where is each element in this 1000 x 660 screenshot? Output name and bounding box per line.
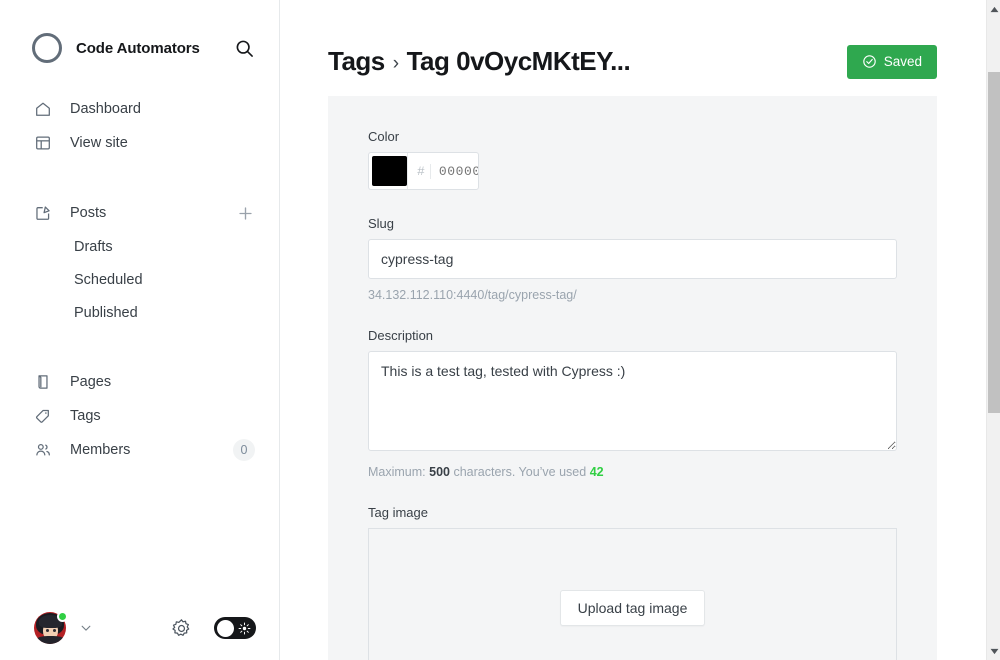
tag-settings-card: Color # Slug 34.132.112.110:4440/tag/cyp… bbox=[328, 96, 937, 660]
vertical-scrollbar[interactable] bbox=[986, 0, 1000, 660]
sidebar: Code Automators Dashboard View site Post… bbox=[0, 0, 280, 660]
slug-input[interactable] bbox=[368, 239, 897, 279]
color-hex-input[interactable] bbox=[429, 163, 478, 179]
avatar[interactable] bbox=[34, 611, 68, 644]
save-button[interactable]: Saved bbox=[846, 44, 937, 79]
breadcrumb-leaf: Tag 0vOycMKtEY... bbox=[406, 46, 631, 76]
description-textarea[interactable] bbox=[368, 351, 897, 451]
slug-url-helper: 34.132.112.110:4440/tag/cypress-tag/ bbox=[368, 288, 577, 302]
counter-middle: characters. You’ve used bbox=[453, 465, 587, 479]
main-content: Tags › Tag 0vOycMKtEY... Saved Color # 0… bbox=[280, 0, 1000, 660]
sidebar-item-label: Tags bbox=[70, 408, 101, 424]
color-picker[interactable]: # bbox=[368, 152, 479, 190]
color-field: Color # bbox=[368, 129, 897, 190]
sidebar-item-label: Pages bbox=[70, 374, 112, 390]
page-header: Tags › Tag 0vOycMKtEY... Saved bbox=[280, 0, 1000, 96]
nav-primary: Dashboard View site bbox=[0, 92, 279, 160]
nav-secondary: Pages Tags Members 0 bbox=[0, 365, 279, 467]
sidebar-item-members[interactable]: Members 0 bbox=[0, 433, 279, 467]
app-root: Code Automators Dashboard View site Post… bbox=[0, 0, 1000, 660]
breadcrumb-separator-icon: › bbox=[392, 53, 399, 74]
counter-used: 42 bbox=[589, 465, 604, 479]
status-online-indicator bbox=[57, 611, 68, 622]
home-icon bbox=[33, 99, 53, 119]
chevron-down-icon[interactable] bbox=[78, 620, 94, 636]
slug-label: Slug bbox=[368, 216, 395, 231]
sidebar-item-pages[interactable]: Pages bbox=[0, 365, 279, 399]
check-circle-icon bbox=[862, 54, 877, 69]
sidebar-item-drafts[interactable]: Drafts bbox=[0, 230, 279, 263]
upload-tag-image-button[interactable]: Upload tag image bbox=[559, 590, 706, 626]
color-hash-prefix: # bbox=[417, 163, 425, 179]
tag-image-label: Tag image bbox=[368, 505, 428, 520]
sun-icon bbox=[237, 621, 251, 635]
site-title: Code Automators bbox=[76, 39, 200, 57]
brand-header: Code Automators bbox=[0, 24, 279, 72]
sidebar-subitem-label: Drafts bbox=[74, 238, 113, 255]
sidebar-item-label: Dashboard bbox=[70, 101, 141, 117]
description-label: Description bbox=[368, 328, 434, 343]
counter-prefix: Maximum: bbox=[368, 465, 426, 479]
scrollbar-thumb[interactable] bbox=[988, 72, 1000, 413]
sidebar-item-tags[interactable]: Tags bbox=[0, 399, 279, 433]
members-count-badge: 0 bbox=[233, 439, 255, 461]
color-swatch[interactable] bbox=[372, 156, 407, 186]
counter-max: 500 bbox=[429, 465, 450, 479]
nav-posts: Posts Drafts Scheduled Published bbox=[0, 196, 279, 329]
sidebar-footer bbox=[0, 596, 280, 660]
sidebar-subitem-label: Scheduled bbox=[74, 271, 143, 288]
sidebar-item-published[interactable]: Published bbox=[0, 296, 279, 329]
sidebar-item-dashboard[interactable]: Dashboard bbox=[0, 92, 279, 126]
tag-image-field: Tag image Upload tag image bbox=[368, 505, 897, 660]
gear-icon[interactable] bbox=[170, 617, 192, 639]
sidebar-item-posts[interactable]: Posts bbox=[0, 196, 279, 230]
description-char-counter: Maximum: 500 characters. You’ve used 42 bbox=[368, 465, 897, 479]
save-button-label: Saved bbox=[883, 54, 922, 69]
tag-image-dropzone[interactable]: Upload tag image bbox=[368, 528, 897, 660]
layout-icon bbox=[33, 133, 53, 153]
breadcrumb-root[interactable]: Tags bbox=[328, 46, 385, 77]
pencil-square-icon bbox=[33, 203, 53, 223]
plus-icon[interactable] bbox=[235, 203, 255, 223]
color-label: Color bbox=[368, 129, 400, 144]
toggle-knob bbox=[217, 619, 234, 637]
sidebar-item-label: Posts bbox=[70, 205, 107, 221]
caret-down-icon[interactable] bbox=[987, 644, 1000, 658]
page-title: Tags › Tag 0vOycMKtEY... bbox=[328, 46, 631, 77]
tag-icon bbox=[33, 406, 53, 426]
sidebar-item-label: Members bbox=[70, 442, 131, 458]
people-icon bbox=[33, 440, 53, 460]
nightshift-toggle[interactable] bbox=[214, 617, 256, 639]
description-field: Description Maximum: 500 characters. You… bbox=[368, 328, 897, 479]
color-input-wrap: # bbox=[407, 153, 478, 189]
search-icon[interactable] bbox=[233, 37, 255, 59]
slug-field: Slug 34.132.112.110:4440/tag/cypress-tag… bbox=[368, 216, 897, 302]
book-icon bbox=[33, 372, 53, 392]
sidebar-item-label: View site bbox=[70, 135, 128, 151]
caret-up-icon[interactable] bbox=[987, 2, 1000, 16]
sidebar-item-view-site[interactable]: View site bbox=[0, 126, 279, 160]
sidebar-subitem-label: Published bbox=[74, 304, 138, 321]
circle-logo-icon bbox=[32, 33, 62, 63]
sidebar-item-scheduled[interactable]: Scheduled bbox=[0, 263, 279, 296]
